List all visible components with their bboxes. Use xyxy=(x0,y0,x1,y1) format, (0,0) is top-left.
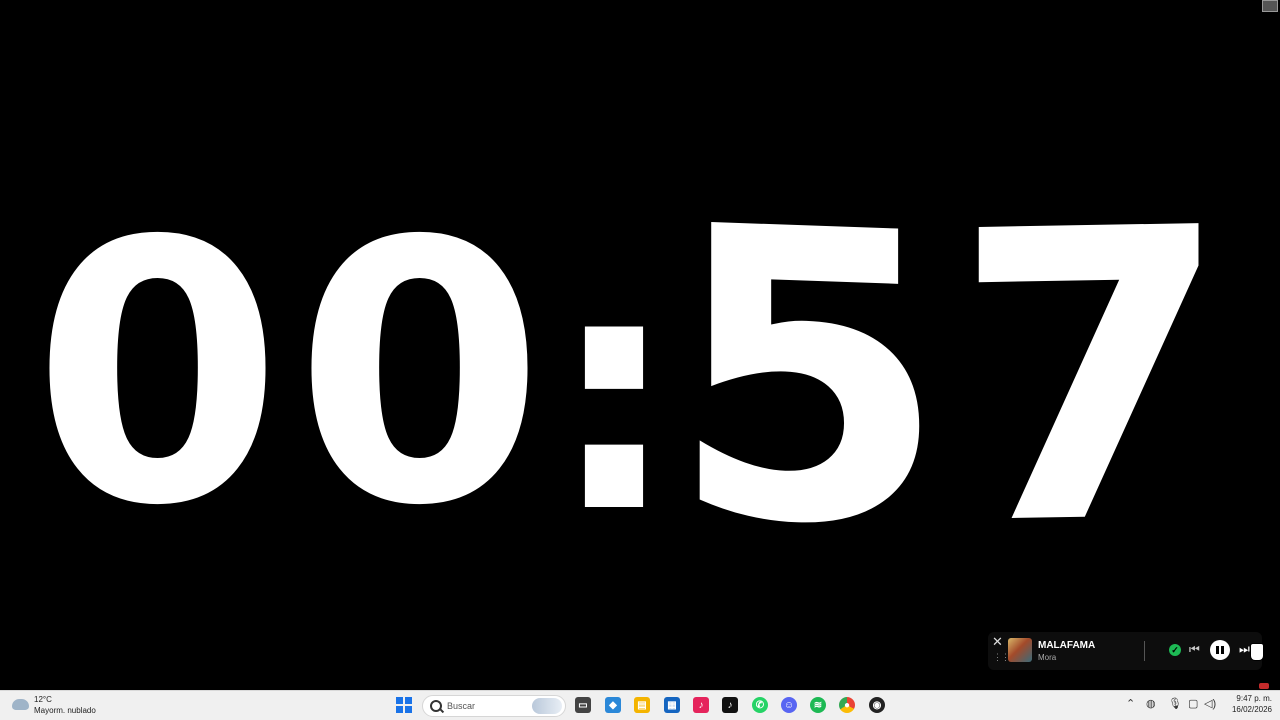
cloud-icon xyxy=(12,699,29,710)
taskbar: 12°C Mayorm. nublado Buscar ▭ ◆ ▤ ▦ ♪ ♪ … xyxy=(0,690,1280,720)
previous-track-icon[interactable]: ⏮ xyxy=(1189,642,1200,657)
store-icon[interactable]: ▦ xyxy=(664,697,680,713)
spotify-icon[interactable]: ≋ xyxy=(810,697,826,713)
clock-time: 9:47 p. m. xyxy=(1236,694,1272,703)
system-clock[interactable]: 9:47 p. m. 16/02/2026 xyxy=(1222,694,1272,714)
timer-colon: : xyxy=(548,201,680,585)
obs-icon[interactable]: ◉ xyxy=(869,697,885,713)
search-highlight-image xyxy=(532,698,562,714)
volume-icon[interactable]: ◁) xyxy=(1204,697,1216,710)
weather-widget[interactable]: 12°C Mayorm. nublado xyxy=(10,694,110,718)
tiktok-icon[interactable]: ♪ xyxy=(722,697,738,713)
chrome-icon[interactable]: ● xyxy=(839,697,855,713)
copilot-icon[interactable]: ◆ xyxy=(605,697,621,713)
notification-badge xyxy=(1259,683,1269,689)
search-placeholder: Buscar xyxy=(447,701,476,711)
track-title: MALAFAMA xyxy=(1038,640,1096,651)
track-artist: Mora xyxy=(1038,653,1057,662)
discord-icon[interactable]: ☺ xyxy=(781,697,797,713)
timer-digit-3: 5 xyxy=(668,142,948,617)
next-track-icon[interactable]: ⏭ xyxy=(1239,642,1250,657)
tray-expand-icon[interactable]: ⌃ xyxy=(1126,697,1135,710)
divider xyxy=(1144,641,1145,661)
network-icon[interactable]: ◍ xyxy=(1146,697,1156,710)
hand-cursor-icon xyxy=(1250,643,1264,661)
whatsapp-icon[interactable]: ✆ xyxy=(752,697,768,713)
weather-description: Mayorm. nublado xyxy=(34,706,96,715)
countdown-timer: 0 0 : 5 7 xyxy=(0,0,1280,690)
media-mini-player: ✕ ⋮⋮ MALAFAMA Mora ✓ ⏮ ⏭ xyxy=(988,632,1262,670)
drag-handle-icon[interactable]: ⋮⋮ xyxy=(993,652,1010,663)
tiktok-alt-icon[interactable]: ♪ xyxy=(693,697,709,713)
close-icon[interactable]: ✕ xyxy=(992,634,1003,650)
search-icon xyxy=(430,700,442,712)
display-icon[interactable]: ▢ xyxy=(1188,697,1198,710)
pause-button[interactable] xyxy=(1210,640,1230,660)
liked-check-icon[interactable]: ✓ xyxy=(1169,644,1181,656)
task-view-icon[interactable]: ▭ xyxy=(575,697,591,713)
timer-digit-4: 7 xyxy=(952,144,1231,615)
weather-temperature: 12°C xyxy=(34,695,52,704)
windows-start-icon[interactable] xyxy=(396,697,412,713)
clock-date: 16/02/2026 xyxy=(1231,705,1272,714)
album-art[interactable] xyxy=(1008,638,1032,662)
file-explorer-icon[interactable]: ▤ xyxy=(634,697,650,713)
microphone-icon[interactable]: 🎙 xyxy=(1168,697,1182,710)
search-box[interactable]: Buscar xyxy=(422,695,566,717)
timer-digit-1: 0 xyxy=(32,165,283,584)
timer-digit-2: 0 xyxy=(294,165,545,584)
